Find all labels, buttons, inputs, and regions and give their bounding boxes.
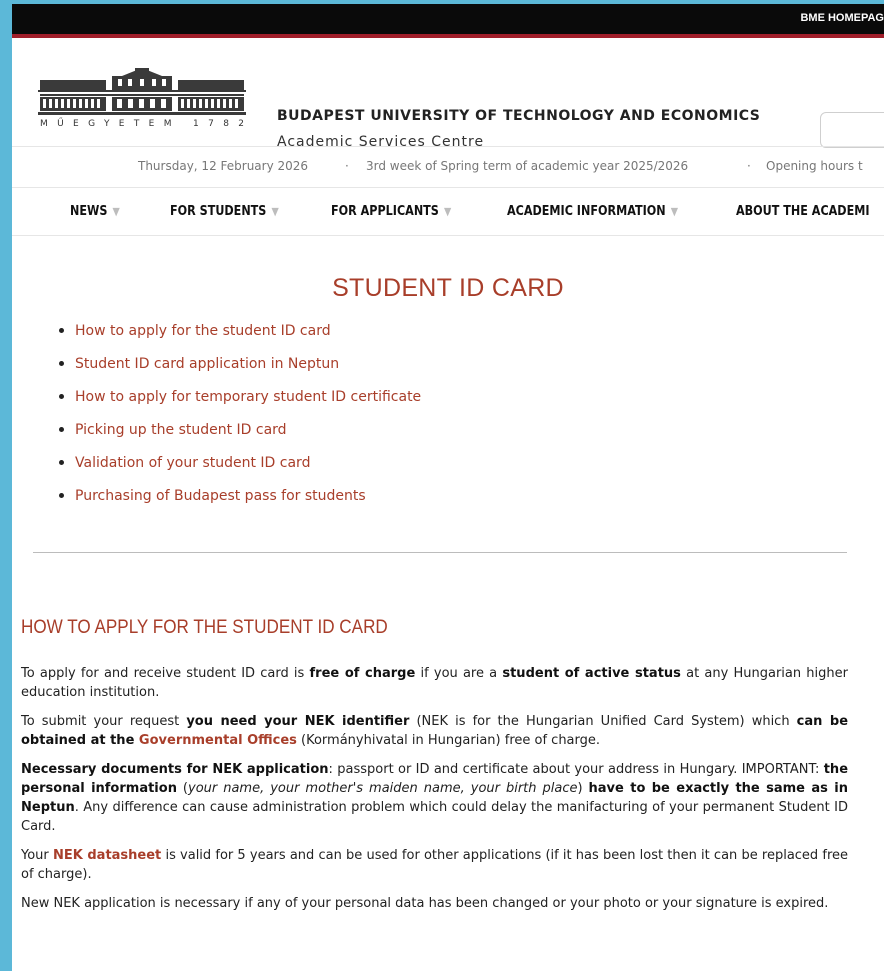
main-navigation: NEWS ▼ FOR STUDENTS ▼ FOR APPLICANTS ▼ ACAD… [12,187,884,236]
chevron-down-icon: ▼ [271,205,279,218]
nav-item-label: FOR STUDENTS [170,204,267,219]
toc-link-how-to-apply[interactable]: How to apply for the student ID card [75,323,331,339]
nav-item-label: NEWS [70,204,108,219]
chevron-down-icon: ▼ [444,205,452,218]
nav-item-for-students[interactable]: FOR STUDENTS ▼ [170,204,279,219]
nek-datasheet-link[interactable]: NEK datasheet [53,848,161,863]
governmental-offices-link[interactable]: Governmental Offices [139,733,297,748]
toc-link-budapest-pass[interactable]: Purchasing of Budapest pass for students [75,488,366,504]
top-bar: BME HOMEPAG [12,4,884,38]
browser-page: BME HOMEPAG MŰEGYETEM 1782 BUDAPEST UNIV… [12,4,884,971]
info-bar: Thursday, 12 February 2026 · 3rd week of… [12,146,884,188]
toc-link-picking-up[interactable]: Picking up the student ID card [75,422,287,438]
nav-item-academic-information[interactable]: ACADEMIC INFORMATION ▼ [507,204,678,219]
term-info: 3rd week of Spring term of academic year… [366,159,689,173]
chevron-down-icon: ▼ [112,205,120,218]
chevron-down-icon: ▼ [670,205,679,218]
university-logo[interactable]: MŰEGYETEM 1782 [38,68,246,128]
list-item: Picking up the student ID card [59,419,421,452]
list-item: How to apply for the student ID card [59,320,421,353]
list-item: Student ID card application in Neptun [59,353,421,386]
nav-item-label: FOR APPLICANTS [331,204,439,219]
section-divider [33,552,847,553]
paragraph-nek-datasheet: Your NEK datasheet is valid for 5 years … [21,848,849,882]
nav-item-for-applicants[interactable]: FOR APPLICANTS ▼ [331,204,451,219]
site-header: MŰEGYETEM 1782 BUDAPEST UNIVERSITY OF TE… [12,38,884,150]
paragraph-new-nek-application: New NEK application is necessary if any … [21,896,829,911]
search-input[interactable] [820,112,884,148]
current-date: Thursday, 12 February 2026 [138,159,309,173]
bme-homepage-link[interactable]: BME HOMEPAG [800,12,884,24]
opening-hours: Opening hours t [766,159,863,173]
section-title: HOW TO APPLY FOR THE STUDENT ID CARD [21,617,388,638]
paragraph-free-of-charge: To apply for and receive student ID card… [21,666,848,700]
info-separator: · [747,159,751,173]
info-separator: · [345,159,349,173]
list-item: Validation of your student ID card [59,452,421,485]
table-of-contents: How to apply for the student ID card Stu… [59,320,421,518]
toc-link-validation[interactable]: Validation of your student ID card [75,455,310,471]
paragraph-nek-identifier: To submit your request you need your NEK… [21,714,849,748]
nav-item-label: ABOUT THE ACADEMI [736,204,870,219]
nav-item-news[interactable]: NEWS ▼ [70,204,120,219]
section-content: To apply for and receive student ID card… [21,664,848,923]
nav-item-about-the-academic[interactable]: ABOUT THE ACADEMI [736,204,870,219]
toc-link-neptun-application[interactable]: Student ID card application in Neptun [75,356,339,372]
page-title: STUDENT ID CARD [332,274,564,302]
nav-item-label: ACADEMIC INFORMATION [507,204,666,219]
logo-wordmark: MŰEGYETEM 1782 [40,118,244,128]
toc-link-temporary-certificate[interactable]: How to apply for temporary student ID ce… [75,389,421,405]
university-name: BUDAPEST UNIVERSITY OF TECHNOLOGY AND EC… [277,108,761,124]
list-item: Purchasing of Budapest pass for students [59,485,421,518]
paragraph-necessary-documents: Necessary documents for NEK application:… [21,762,849,834]
list-item: How to apply for temporary student ID ce… [59,386,421,419]
